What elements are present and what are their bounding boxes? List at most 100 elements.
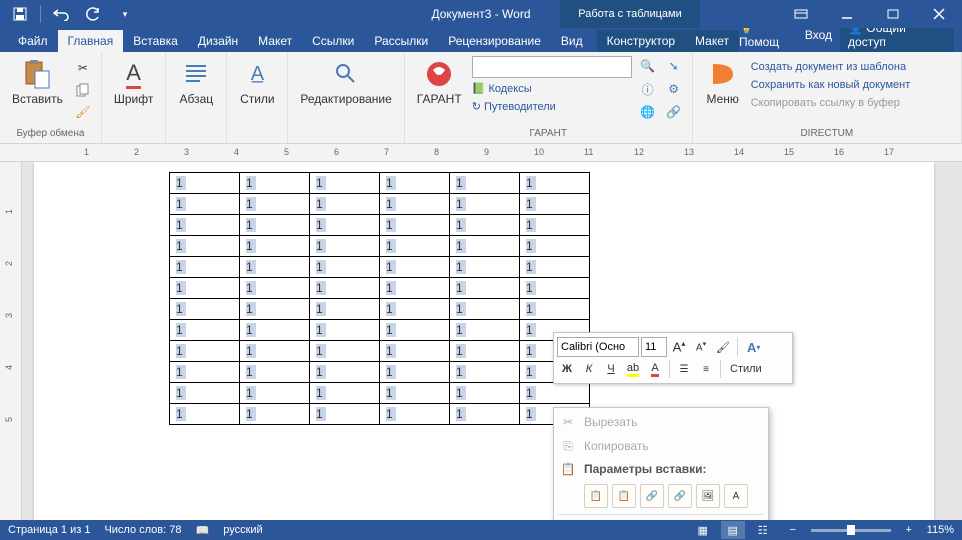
tab-table-design[interactable]: Конструктор — [597, 30, 685, 52]
mini-styles[interactable]: A▾ — [742, 337, 765, 357]
table-cell[interactable]: 1 — [520, 257, 590, 278]
mini-format-painter[interactable]: 🖌 — [713, 337, 733, 357]
table-cell[interactable]: 1 — [170, 215, 240, 236]
table-cell[interactable]: 1 — [310, 341, 380, 362]
table-cell[interactable]: 1 — [520, 278, 590, 299]
table-cell[interactable]: 1 — [380, 194, 450, 215]
zoom-out[interactable]: − — [781, 521, 805, 539]
table-cell[interactable]: 1 — [380, 278, 450, 299]
table-cell[interactable]: 1 — [520, 236, 590, 257]
redo-button[interactable] — [79, 2, 107, 26]
paste-keep-source[interactable]: 📋 — [584, 484, 608, 508]
directum-menu-button[interactable]: Меню — [701, 56, 745, 108]
table-cell[interactable]: 1 — [450, 299, 520, 320]
table-cell[interactable]: 1 — [450, 215, 520, 236]
table-cell[interactable]: 1 — [310, 404, 380, 425]
mini-italic[interactable]: К — [579, 359, 599, 379]
table-cell[interactable]: 1 — [170, 320, 240, 341]
login-link[interactable]: Вход — [805, 28, 832, 42]
table-cell[interactable]: 1 — [450, 320, 520, 341]
table-cell[interactable]: 1 — [450, 341, 520, 362]
qat-customize[interactable]: ▾ — [111, 2, 139, 26]
table-cell[interactable]: 1 — [450, 173, 520, 194]
paste-link-merge[interactable]: 🔗 — [668, 484, 692, 508]
mini-underline[interactable]: Ч — [601, 359, 621, 379]
table-cell[interactable]: 1 — [240, 299, 310, 320]
tab-home[interactable]: Главная — [58, 30, 124, 52]
page[interactable]: 1111111111111111111111111111111111111111… — [34, 162, 934, 520]
table-cell[interactable]: 1 — [380, 236, 450, 257]
garant-search-input[interactable] — [472, 56, 632, 78]
table-cell[interactable]: 1 — [240, 278, 310, 299]
table-cell[interactable]: 1 — [450, 404, 520, 425]
table-cell[interactable]: 1 — [310, 299, 380, 320]
table-cell[interactable]: 1 — [380, 257, 450, 278]
zoom-slider[interactable] — [811, 529, 891, 532]
table-cell[interactable]: 1 — [170, 362, 240, 383]
maximize-button[interactable] — [870, 0, 916, 28]
zoom-in[interactable]: + — [897, 521, 921, 539]
table-cell[interactable]: 1 — [380, 173, 450, 194]
garant-b2-button[interactable]: ➘ — [664, 56, 684, 76]
zoom-value[interactable]: 115% — [927, 524, 954, 536]
garant-search-button[interactable]: 🔍 — [638, 56, 658, 76]
garant-guides-link[interactable]: ↻ Путеводители — [472, 99, 632, 114]
table-cell[interactable]: 1 — [170, 341, 240, 362]
minimize-button[interactable] — [824, 0, 870, 28]
table-cell[interactable]: 1 — [240, 383, 310, 404]
table-cell[interactable]: 1 — [380, 362, 450, 383]
directum-copy-link[interactable]: Скопировать ссылку в буфер — [751, 96, 911, 110]
table-cell[interactable]: 1 — [450, 383, 520, 404]
tab-view[interactable]: Вид — [551, 30, 593, 52]
table-cell[interactable]: 1 — [450, 257, 520, 278]
table-cell[interactable]: 1 — [240, 404, 310, 425]
table-cell[interactable]: 1 — [170, 194, 240, 215]
table-cell[interactable]: 1 — [240, 173, 310, 194]
table-cell[interactable]: 1 — [380, 299, 450, 320]
copy-button[interactable] — [73, 80, 93, 100]
table-cell[interactable]: 1 — [170, 257, 240, 278]
tab-insert[interactable]: Вставка — [123, 30, 188, 52]
table-cell[interactable]: 1 — [450, 236, 520, 257]
status-language[interactable]: русский — [223, 524, 262, 536]
ruler-horizontal[interactable]: 1234567891011121314151617 — [0, 144, 962, 162]
undo-button[interactable] — [47, 2, 75, 26]
tab-layout[interactable]: Макет — [248, 30, 302, 52]
ruler-vertical[interactable]: 12345 — [0, 162, 22, 520]
table-cell[interactable]: 1 — [170, 404, 240, 425]
table-cell[interactable]: 1 — [450, 362, 520, 383]
tab-design[interactable]: Дизайн — [188, 30, 248, 52]
mini-numbering[interactable]: ≡ — [696, 359, 716, 379]
table-cell[interactable]: 1 — [310, 257, 380, 278]
table-cell[interactable]: 1 — [170, 278, 240, 299]
garant-globe-button[interactable]: 🌐 — [638, 102, 658, 122]
tab-references[interactable]: Ссылки — [302, 30, 364, 52]
table-cell[interactable]: 1 — [520, 215, 590, 236]
paste-merge[interactable]: 📋 — [612, 484, 636, 508]
garant-codex-link[interactable]: 📗 Кодексы — [472, 81, 632, 96]
save-button[interactable] — [6, 2, 34, 26]
mini-styles-label[interactable]: Стили — [725, 359, 767, 379]
styles-button[interactable]: A̲ Стили — [235, 56, 279, 108]
table-cell[interactable]: 1 — [170, 299, 240, 320]
paste-picture[interactable]: 🖼 — [696, 484, 720, 508]
mini-font-size[interactable] — [641, 337, 667, 357]
table-cell[interactable]: 1 — [240, 215, 310, 236]
status-page[interactable]: Страница 1 из 1 — [8, 524, 90, 536]
table-cell[interactable]: 1 — [520, 383, 590, 404]
mini-bold[interactable]: Ж — [557, 359, 577, 379]
table-cell[interactable]: 1 — [240, 194, 310, 215]
table-cell[interactable]: 1 — [450, 194, 520, 215]
tab-mailings[interactable]: Рассылки — [364, 30, 438, 52]
cut-button[interactable]: ✂ — [73, 58, 93, 78]
table-cell[interactable]: 1 — [310, 362, 380, 383]
paste-link-source[interactable]: 🔗 — [640, 484, 664, 508]
paste-text[interactable]: A — [724, 484, 748, 508]
ctx-copy[interactable]: ⎘ Копировать — [554, 434, 768, 458]
tab-file[interactable]: Файл — [8, 30, 58, 52]
mini-shrink-font[interactable]: A▾ — [691, 337, 711, 357]
table-cell[interactable]: 1 — [310, 320, 380, 341]
mini-grow-font[interactable]: A▴ — [669, 337, 689, 357]
tab-table-layout[interactable]: Макет — [685, 30, 739, 52]
table-cell[interactable]: 1 — [380, 383, 450, 404]
